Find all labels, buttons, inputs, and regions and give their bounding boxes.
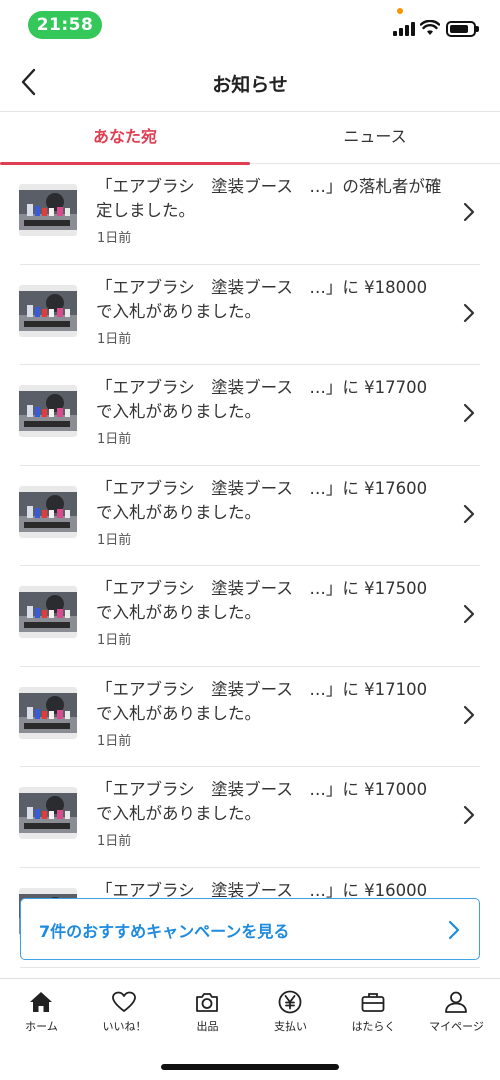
person-icon: [445, 991, 467, 1013]
item-thumbnail: [19, 787, 77, 839]
notification-message: 「エアブラシ 塗装ブース …」に ¥17700 で入札がありました。: [96, 378, 428, 421]
notification-time: 1日前: [97, 532, 132, 548]
bottom-nav: ホーム いいね！ 出品 支払い はたらく マイページ: [0, 978, 500, 1038]
nav-work[interactable]: はたらく: [332, 979, 415, 1039]
status-bar: 21:58: [0, 0, 500, 52]
item-thumbnail: [19, 686, 77, 739]
nav-work-label: はたらく: [351, 1020, 396, 1033]
notification-item[interactable]: 「エアブラシ 塗装ブース …」に ¥17100 で入札がありました。 1日前: [0, 667, 500, 768]
notification-time: 1日前: [97, 834, 132, 849]
notification-message: 「エアブラシ 塗装ブース …」に ¥17000 で入札がありました。: [96, 780, 428, 823]
camera-icon: [196, 993, 218, 1012]
nav-header: お知らせ: [0, 52, 500, 112]
item-thumbnail: [19, 184, 77, 236]
signal-icon: [393, 22, 415, 36]
item-thumbnail: [19, 485, 77, 538]
nav-payment-label: 支払い: [274, 1020, 307, 1033]
chevron-right-icon: [463, 604, 475, 624]
chevron-right-icon: [463, 303, 475, 322]
wifi-icon: [420, 20, 440, 35]
heart-icon: [112, 991, 136, 1012]
privacy-indicator-dot: [397, 8, 403, 14]
notification-message: 「エアブラシ 塗装ブース …」に ¥18000 で入札がありました。: [96, 277, 428, 321]
nav-likes[interactable]: いいね！: [83, 979, 166, 1039]
chevron-right-icon: [463, 705, 475, 724]
notification-item[interactable]: 「エアブラシ 塗装ブース …」に ¥17600 で入札がありました。 1日前: [0, 466, 500, 567]
nav-home-label: ホーム: [25, 1020, 58, 1033]
home-indicator: [161, 1064, 339, 1070]
item-thumbnail: [19, 385, 77, 437]
nav-mypage[interactable]: マイページ: [415, 979, 498, 1039]
battery-icon: [446, 21, 479, 37]
status-time: 21:58: [28, 11, 102, 39]
notification-message: 「エアブラシ 塗装ブース …」に ¥17500 で入札がありました。: [96, 579, 428, 622]
nav-payment[interactable]: 支払い: [249, 979, 332, 1039]
nav-sell[interactable]: 出品: [166, 979, 249, 1039]
briefcase-icon: [361, 993, 385, 1012]
nav-home[interactable]: ホーム: [0, 979, 83, 1039]
nav-sell-label: 出品: [196, 1020, 219, 1033]
chevron-right-icon: [448, 920, 460, 940]
notification-message: 「エアブラシ 塗装ブース …」に ¥17100 で入札がありました。: [96, 679, 428, 723]
nav-likes-label: いいね！: [102, 1020, 147, 1033]
notification-time: 1日前: [97, 432, 132, 447]
tab-for-you[interactable]: あなた宛: [0, 112, 250, 165]
chevron-right-icon: [463, 403, 475, 423]
notification-item[interactable]: 「エアブラシ 塗装ブース …」に ¥17700 で入札がありました。 1日前: [0, 365, 500, 466]
notification-item[interactable]: 「エアブラシ 塗装ブース …」の落札者が確定しました。 1日前: [0, 164, 500, 265]
yen-icon: [278, 990, 302, 1014]
tab-news[interactable]: ニュース: [250, 112, 500, 164]
item-thumbnail: [19, 284, 77, 337]
campaign-banner[interactable]: 7件のおすすめキャンペーンを見る: [20, 898, 480, 960]
tab-bar: あなた宛 ニュース: [0, 112, 500, 165]
chevron-right-icon: [463, 202, 475, 222]
notification-time: 1日前: [97, 733, 132, 749]
notification-time: 1日前: [97, 633, 132, 648]
page-title: お知らせ: [212, 74, 288, 96]
notification-message: 「エアブラシ 塗装ブース …」に ¥17600 で入札がありました。: [96, 478, 428, 522]
chevron-right-icon: [463, 805, 475, 825]
notification-item[interactable]: 「エアブラシ 塗装ブース …」に ¥17000 で入札がありました。 1日前: [0, 767, 500, 868]
notification-message: 「エアブラシ 塗装ブース …」の落札者が確定しました。: [96, 177, 442, 220]
item-thumbnail: [19, 586, 77, 638]
nav-mypage-label: マイページ: [429, 1020, 484, 1033]
home-icon: [30, 992, 52, 1012]
notification-list: 「エアブラシ 塗装ブース …」の落札者が確定しました。 1日前 「エアブラシ 塗…: [0, 164, 500, 978]
notification-item[interactable]: 「エアブラシ 塗装ブース …」に ¥17500 で入札がありました。 1日前: [0, 566, 500, 667]
campaign-label: 7件のおすすめキャンペーンを見る: [39, 922, 290, 941]
notification-time: 1日前: [97, 331, 132, 347]
notification-time: 1日前: [97, 231, 132, 246]
notification-item[interactable]: 「エアブラシ 塗装ブース …」に ¥18000 で入札がありました。 1日前: [0, 265, 500, 366]
chevron-right-icon: [463, 504, 475, 523]
